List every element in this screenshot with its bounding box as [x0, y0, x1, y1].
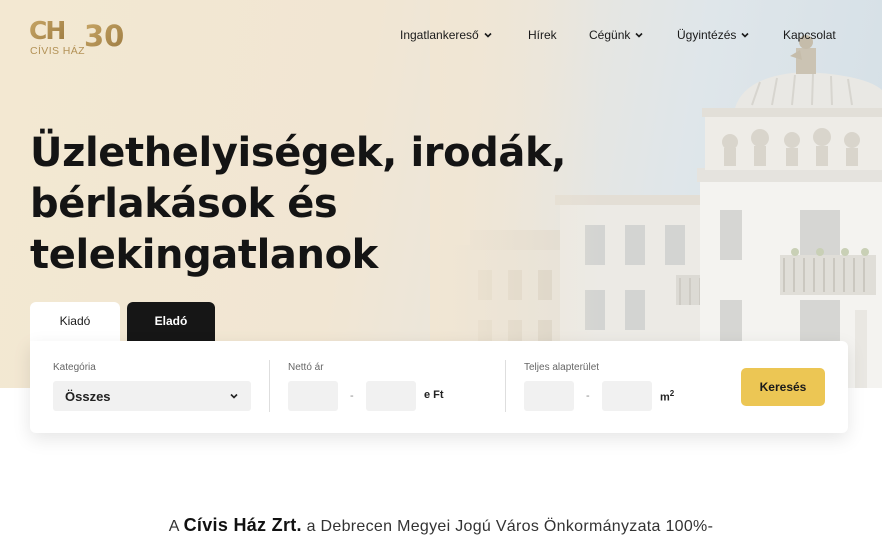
price-label: Nettó ár: [288, 362, 324, 373]
category-label: Kategória: [53, 362, 96, 373]
area-unit: m2: [660, 389, 675, 404]
search-button[interactable]: Keresés: [741, 368, 825, 406]
hero-section: CH 30 CÍVIS HÁZ Ingatlankereső Hírek Cég…: [0, 0, 882, 388]
range-separator: -: [350, 390, 354, 402]
chevron-down-icon: [484, 32, 492, 38]
field-divider: [269, 360, 270, 412]
svg-text:CÍVIS HÁZ: CÍVIS HÁZ: [30, 44, 85, 56]
price-max-input[interactable]: [366, 381, 416, 411]
area-label: Teljes alapterület: [524, 362, 600, 373]
hero-headline: Üzlethelyiségek, irodák, bérlakások és t…: [30, 128, 590, 281]
property-search-form: Kategória Összes Nettó ár - e Ft Teljes …: [30, 341, 848, 433]
hero-headline-line: Üzlethelyiségek, irodák,: [30, 130, 566, 176]
company-name: Cívis Ház Zrt.: [183, 515, 302, 535]
category-select[interactable]: Összes: [53, 381, 251, 411]
chevron-down-icon: [230, 393, 238, 399]
intro-text: A Cívis Ház Zrt. a Debrecen Megyei Jogú …: [168, 515, 714, 535]
area-min-input[interactable]: [524, 381, 574, 411]
hero-headline-line: bérlakások és: [30, 181, 338, 227]
field-divider: [505, 360, 506, 412]
chevron-down-icon: [635, 32, 643, 38]
nav-item-ingatlankereso[interactable]: Ingatlankereső: [400, 28, 493, 42]
hero-headline-line: telekingatlanok: [30, 232, 378, 278]
tab-elado[interactable]: Eladó: [127, 302, 215, 344]
nav-item-cegunk[interactable]: Cégünk: [589, 28, 644, 42]
chevron-down-icon: [741, 32, 749, 38]
nav-item-kapcsolat[interactable]: Kapcsolat: [783, 28, 836, 42]
nav-item-hirek[interactable]: Hírek: [528, 28, 557, 42]
range-separator: -: [586, 390, 590, 402]
nav-item-ugyintezes[interactable]: Ügyintézés: [677, 28, 750, 42]
price-unit: e Ft: [424, 389, 444, 401]
tab-kiado[interactable]: Kiadó: [30, 302, 120, 344]
category-selected-value: Összes: [65, 388, 111, 404]
price-min-input[interactable]: [288, 381, 338, 411]
area-max-input[interactable]: [602, 381, 652, 411]
main-navigation: Ingatlankereső Hírek Cégünk Ügyintézés K…: [0, 28, 882, 44]
